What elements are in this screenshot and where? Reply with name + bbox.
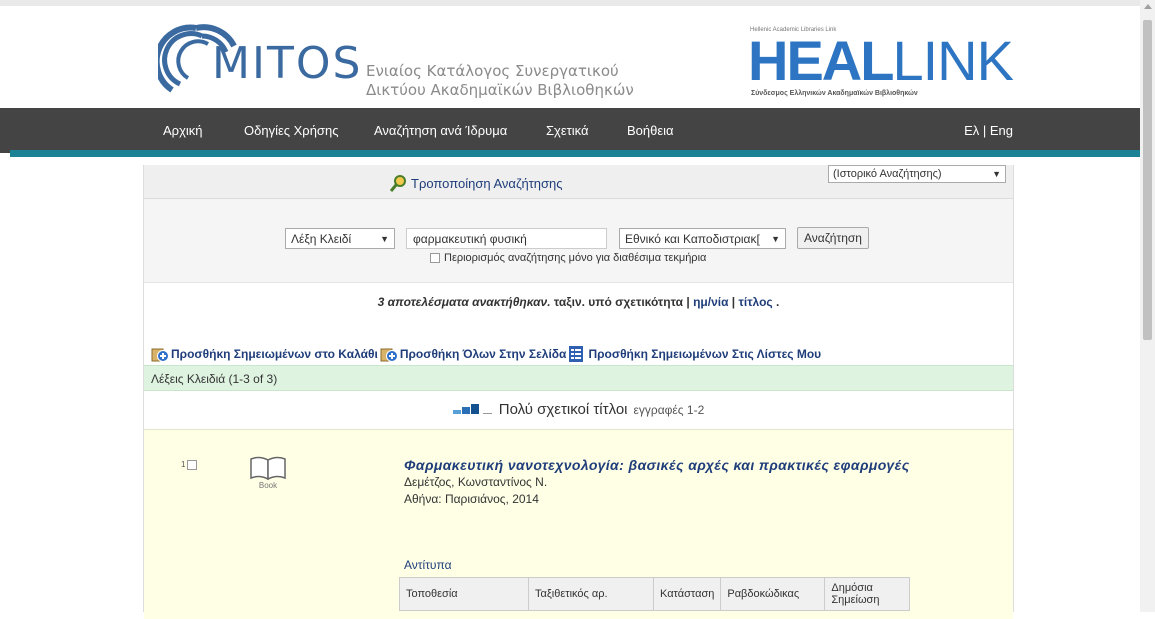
sort-by-date-link[interactable]: ημ/νία [693, 295, 728, 309]
relevance-title: Πολύ σχετικοί τίτλοι [498, 401, 628, 418]
record-number: 1 [181, 460, 186, 469]
navbar-accent-bar [10, 150, 1140, 157]
chevron-down-icon: ▼ [992, 169, 1001, 179]
record-author: Δεμέτζος, Κωνσταντίνος Ν. [404, 475, 548, 489]
main-content: Τροποποίηση Αναζήτησης (Ιστορικό Αναζήτη… [143, 165, 1014, 619]
holdings-col-status: Κατάσταση [652, 577, 722, 611]
library-select[interactable]: Εθνικό και Καποδιστριακ[ ▼ [619, 228, 786, 249]
modify-search-link[interactable]: Τροποποίηση Αναζήτησης [390, 174, 563, 192]
modify-search-bar: Τροποποίηση Αναζήτησης (Ιστορικό Αναζήτη… [144, 165, 1013, 199]
main-navbar: Αρχική Οδηγίες Χρήσης Αναζήτηση ανά Ίδρυ… [0, 108, 1140, 153]
search-history-select[interactable]: (Ιστορικό Αναζήτησης) ▼ [828, 165, 1006, 183]
search-field-value: Λέξη Κλειδί [291, 231, 352, 246]
results-summary: 3 αποτελέσματα ανακτήθηκαν. ταξιν. υπό σ… [144, 295, 1013, 309]
sort-by-title-link[interactable]: τίτλος [739, 295, 773, 309]
search-field-select[interactable]: Λέξη Κλειδί ▼ [285, 228, 395, 249]
search-history-value: (Ιστορικό Αναζήτησης) [833, 168, 942, 180]
nav-item-search-by-institution[interactable]: Αναζήτηση ανά Ίδρυμα [374, 123, 507, 138]
material-type-label: Book [258, 481, 278, 490]
relevance-heading: Πολύ σχετικοί τίτλοι εγγραφές 1-2 [144, 401, 1013, 418]
sort-end: . [776, 295, 780, 309]
heallink-logo-bold: HEAL [748, 29, 894, 92]
holdings-col-location: Τοποθεσία [399, 577, 529, 611]
header-top-line [0, 0, 1140, 6]
add-marked-to-cart-button[interactable]: Προσθήκη Σημειωμένων στο Καλάθι [151, 345, 378, 363]
add-to-cart-icon [151, 348, 169, 362]
holdings-header-row: Τοποθεσία Ταξιθετικός αρ. Κατάσταση Ραβδ… [399, 577, 911, 611]
holdings-col-public-note: Δημόσια Σημείωση [824, 577, 911, 611]
scrollbar-thumb[interactable] [1143, 20, 1152, 340]
language-switcher[interactable]: Ελ | Eng [964, 123, 1013, 138]
heallink-logo-light: LINK [892, 29, 1013, 92]
sort-separator: | [731, 295, 736, 309]
heallink-caption: Σύνδεσμος Ελληνικών Ακαδημαϊκών Βιβλιοθη… [751, 90, 918, 97]
add-all-icon [380, 348, 398, 362]
record-publication: Αθήνα: Παρισιάνος, 2014 [404, 492, 539, 506]
nav-item-instructions[interactable]: Οδηγίες Χρήσης [244, 123, 338, 138]
chevron-down-icon: ▼ [380, 233, 389, 244]
add-to-lists-icon [569, 346, 584, 362]
catalog-title-line1: Ενιαίος Κατάλογος Συνεργατικού [366, 62, 619, 80]
catalog-title-line2: Δικτύου Ακαδημαϊκών Βιβλιοθηκών [366, 81, 634, 99]
heallink-logo[interactable]: HEALLINK [748, 33, 1014, 89]
chevron-down-icon: ▼ [771, 233, 780, 244]
record-number-and-select: 1 [181, 460, 198, 470]
search-button[interactable]: Αναζήτηση [797, 227, 869, 249]
page-scrollbar[interactable] [1140, 0, 1155, 612]
site-header: MITOS Ενιαίος Κατάλογος Συνεργατικού Δικ… [0, 0, 1140, 108]
nav-item-home[interactable]: Αρχική [163, 123, 203, 138]
search-input[interactable]: φαρμακευτική φυσική [406, 228, 607, 249]
modify-search-label: Τροποποίηση Αναζήτησης [411, 175, 563, 191]
scroll-up-icon[interactable] [1144, 4, 1152, 9]
restrict-available-label: Περιορισμός αναζήτησης μόνο για διαθέσιμ… [444, 252, 707, 264]
copies-link[interactable]: Αντίτυπα [404, 558, 452, 572]
keywords-header-bar: Λέξεις Κλειδιά (1-3 of 3) [144, 365, 1013, 391]
results-count-text: 3 αποτελέσματα ανακτήθηκαν. [377, 295, 551, 309]
record-select-checkbox[interactable] [187, 460, 198, 470]
holdings-col-call-number: Ταξιθετικός αρ. [528, 577, 654, 611]
add-marked-to-cart-label: Προσθήκη Σημειωμένων στο Καλάθι [171, 347, 378, 361]
restrict-available-checkbox[interactable] [430, 253, 440, 263]
relevance-range: εγγραφές 1-2 [633, 402, 705, 417]
record-title-link[interactable]: Φαρμακευτική νανοτεχνολογία: βασικές αρχ… [404, 457, 910, 473]
actions-bar: Προσθήκη Σημειωμένων στο Καλάθι Προσθήκη… [151, 345, 823, 363]
result-record: 1 Book Φαρμακευτική νανοτεχνολογία: βασι… [144, 429, 1013, 619]
holdings-col-barcode: Ραβδοκώδικας [720, 577, 826, 611]
add-marked-to-lists-button[interactable]: Προσθήκη Σημειωμένων Στις Λίστες Μου [568, 345, 821, 363]
book-icon [250, 456, 286, 481]
holdings-table: Τοποθεσία Ταξιθετικός αρ. Κατάσταση Ραβδ… [399, 577, 911, 611]
search-form: Λέξη Κλειδί ▼ φαρμακευτική φυσική Εθνικό… [144, 199, 1013, 283]
relevance-bars-icon [452, 403, 492, 414]
restrict-available-option: Περιορισμός αναζήτησης μόνο για διαθέσιμ… [430, 252, 706, 264]
nav-item-about[interactable]: Σχετικά [546, 123, 589, 138]
sort-prefix: ταξιν. υπό σχετικότητα | [553, 295, 690, 309]
material-type: Book [248, 456, 288, 490]
add-all-page-label: Προσθήκη Όλων Στην Σελίδα [399, 347, 567, 361]
modify-search-icon [390, 175, 406, 192]
library-select-value: Εθνικό και Καποδιστριακ[ [625, 231, 760, 246]
nav-item-help[interactable]: Βοήθεια [627, 123, 674, 138]
mitos-logo-text: MITOS [212, 38, 363, 89]
add-marked-to-lists-label: Προσθήκη Σημειωμένων Στις Λίστες Μου [588, 347, 822, 361]
add-all-page-button[interactable]: Προσθήκη Όλων Στην Σελίδα [380, 345, 567, 363]
catalog-title: Ενιαίος Κατάλογος Συνεργατικού Δικτύου Α… [366, 62, 634, 100]
